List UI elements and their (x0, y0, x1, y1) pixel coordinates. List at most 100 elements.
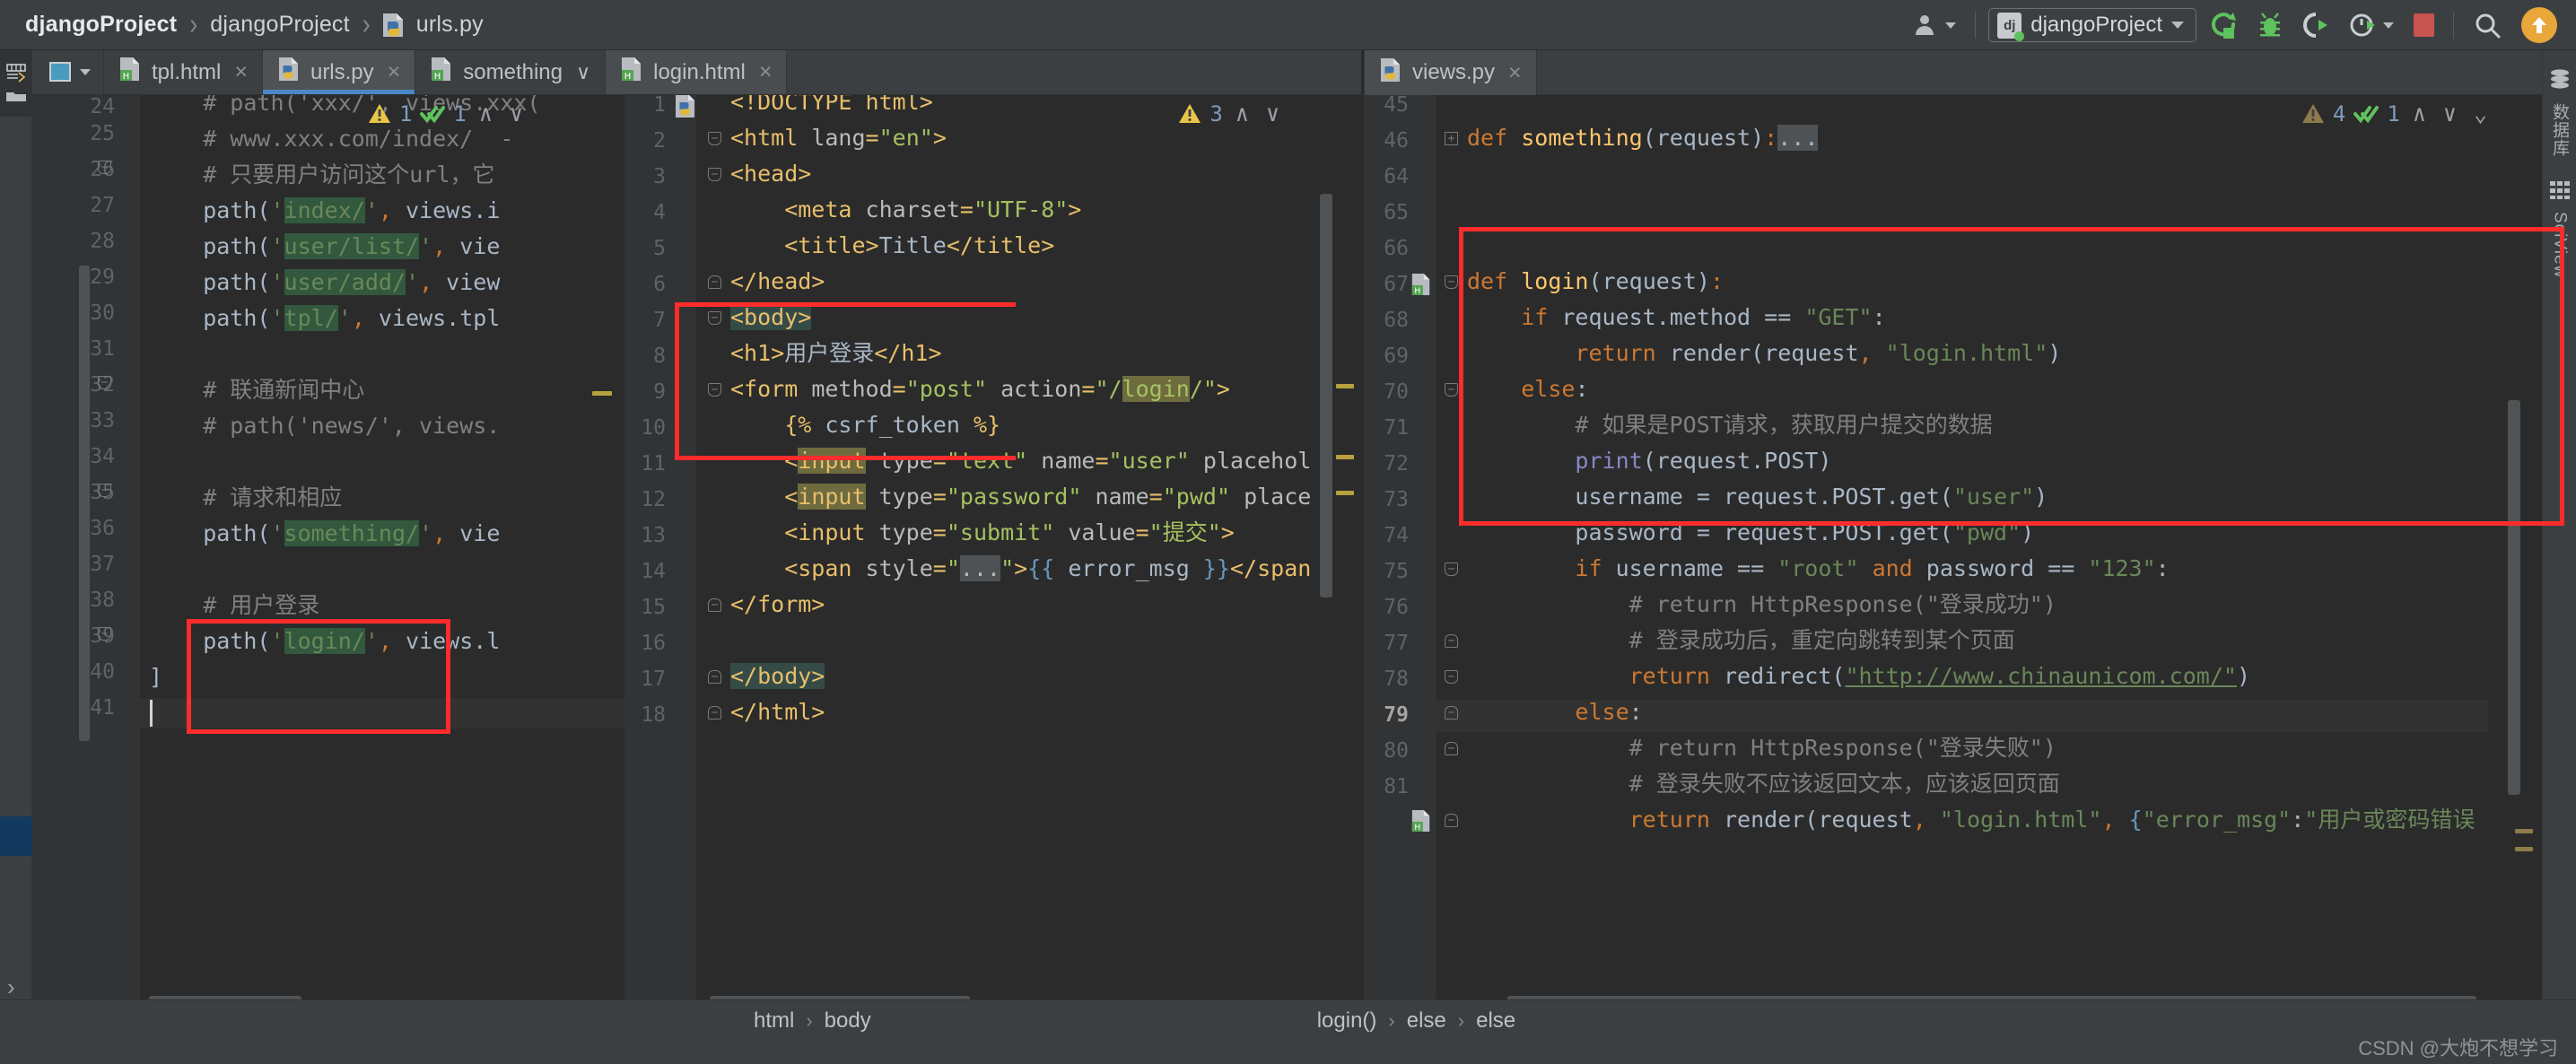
inspection-widget-mid[interactable]: 3 ∧ ∨ (1178, 100, 1284, 126)
chevron-up-icon[interactable]: ∧ (1231, 100, 1253, 126)
code-line: ] (149, 664, 163, 690)
code-line: return render(request, "login.html") (1575, 340, 2062, 366)
vertical-scrollbar-mid[interactable] (1320, 194, 1332, 597)
left-tool-rail: › b (0, 50, 32, 1064)
update-button[interactable] (2511, 0, 2567, 50)
close-icon[interactable]: × (1508, 60, 1522, 86)
html-gutter-icon[interactable]: H (1410, 809, 1432, 836)
code-line: return redirect("http://www.chinaunicom.… (1629, 663, 2251, 689)
chevron-up-icon[interactable]: ∧ (475, 100, 497, 126)
warning-count: 3 (1209, 100, 1223, 126)
chevron-down-icon[interactable]: ∨ (1262, 100, 1284, 126)
fold-marker[interactable]: − (98, 376, 111, 389)
run-button[interactable] (2200, 0, 2247, 50)
vertical-scrollbar-right[interactable] (2508, 400, 2520, 795)
fold-marker[interactable]: − (708, 275, 721, 289)
tab-something[interactable]: H something ∨ (415, 50, 607, 94)
line-number: 2 (653, 129, 666, 153)
breadcrumb-item-else-2[interactable]: else (1476, 1008, 1515, 1033)
breadcrumb-item-else-1[interactable]: else (1407, 1008, 1446, 1033)
tab-tpl-html[interactable]: H tpl.html × (104, 50, 263, 94)
fold-marker[interactable]: − (1445, 275, 1458, 289)
fold-marker[interactable]: − (98, 161, 111, 174)
close-icon[interactable]: × (388, 59, 401, 85)
html-gutter-icon[interactable]: H (1410, 273, 1432, 300)
python-run-gutter-icon[interactable] (674, 95, 697, 122)
close-icon[interactable]: × (759, 59, 773, 85)
line-number: 40 (90, 660, 115, 684)
editor-urls-py[interactable]: 24 25 26 27 28 29 30 31 32 33 34 35 36 3… (32, 95, 624, 1014)
fold-marker[interactable]: − (1445, 814, 1458, 827)
run-configuration-selector[interactable]: dj djangoProject (1988, 8, 2196, 42)
line-number: 67 (1384, 273, 1409, 296)
fold-marker[interactable]: − (98, 627, 111, 641)
editor-views-py[interactable]: 45 46 64 65 66 67 68 69 70 71 72 73 74 7… (1364, 95, 2542, 1014)
line-number: 27 (90, 194, 115, 217)
tab-switcher-button[interactable] (32, 50, 104, 94)
run-coverage-button[interactable] (2293, 0, 2340, 50)
breadcrumb-item-html[interactable]: html (754, 1008, 794, 1033)
fold-marker[interactable]: − (1445, 634, 1458, 648)
debug-button[interactable] (2247, 0, 2293, 50)
fold-marker[interactable]: − (1445, 383, 1458, 397)
inspection-widget-right[interactable]: 4 1 ∧ ∨ ⌄ (2301, 100, 2492, 126)
line-number: 31 (90, 337, 115, 361)
right-rail-label-database[interactable]: 数据库 (2547, 103, 2572, 157)
close-icon[interactable]: × (234, 59, 248, 85)
chevron-down-icon[interactable]: ∨ (505, 100, 528, 126)
code-line: path('login/', views.l (149, 628, 501, 654)
search-everywhere-button[interactable] (2463, 0, 2511, 50)
line-number: 15 (641, 596, 666, 619)
vertical-scrollbar-left[interactable] (79, 266, 90, 741)
fold-marker[interactable]: − (708, 168, 721, 181)
toolbar-divider (2453, 12, 2454, 39)
right-rail-label-sciview[interactable]: SciView (2550, 212, 2570, 278)
breadcrumb-item-folder[interactable]: djangoProject (208, 12, 351, 38)
project-files-icon[interactable] (0, 90, 31, 102)
stop-icon (2414, 13, 2434, 37)
editor-login-html[interactable]: 1 2 3 4 5 6 7 8 9 10 11 12 13 14 15 16 1… (624, 95, 1361, 1014)
tab-login-html[interactable]: H login.html × (606, 50, 788, 94)
account-icon[interactable] (1903, 0, 1966, 50)
code-line: # return HttpResponse("登录失败") (1467, 735, 2056, 761)
code-line: # 如果是POST请求，获取用户提交的数据 (1467, 412, 1993, 438)
fold-marker[interactable]: − (708, 311, 721, 325)
expand-arrow-icon[interactable]: › (7, 973, 15, 1001)
fold-marker[interactable]: − (708, 383, 721, 397)
breadcrumb-item-project[interactable]: djangoProject (23, 12, 179, 38)
database-icon[interactable] (2548, 68, 2572, 96)
fold-marker[interactable]: − (708, 670, 721, 684)
marker-warning (1336, 455, 1354, 459)
fold-marker[interactable]: − (708, 132, 721, 145)
chevron-down-icon[interactable]: ∨ (2439, 100, 2461, 126)
collapse-icon[interactable]: ⌄ (2469, 100, 2492, 126)
fold-marker[interactable]: − (1445, 563, 1458, 576)
code-line: </html> (730, 699, 825, 725)
fold-marker[interactable]: − (1445, 742, 1458, 755)
profile-button[interactable] (2340, 0, 2404, 50)
line-number: 81 (1384, 775, 1409, 798)
fold-marker[interactable]: − (98, 484, 111, 497)
breadcrumb-item-login[interactable]: login() (1317, 1008, 1377, 1033)
chevron-down-icon (80, 69, 91, 75)
tab-urls-py[interactable]: urls.py × (262, 50, 416, 94)
stop-button[interactable] (2404, 0, 2444, 50)
code-line: else: (1521, 376, 1589, 402)
tab-views-py[interactable]: views.py × (1364, 50, 1537, 95)
svg-text:H: H (123, 72, 130, 82)
breadcrumb-item-body[interactable]: body (825, 1008, 871, 1033)
code-line: <!DOCTYPE html> (730, 95, 933, 115)
fold-marker[interactable]: − (1445, 670, 1458, 684)
fold-marker[interactable]: − (708, 706, 721, 720)
code-line: path('tpl/', views.tpl (149, 305, 501, 331)
project-structure-icon[interactable] (0, 63, 31, 84)
fold-marker-expand[interactable]: + (1445, 132, 1458, 145)
breadcrumb-item-file[interactable]: urls.py (415, 12, 485, 38)
fold-marker[interactable]: − (708, 598, 721, 612)
grid-icon[interactable] (2549, 180, 2571, 205)
inspection-widget-left[interactable]: 1 1 ∧ ∨ (368, 100, 528, 126)
chevron-down-icon[interactable]: ∨ (576, 61, 590, 84)
code-line: </body> (730, 663, 825, 689)
fold-marker[interactable]: − (1445, 706, 1458, 720)
chevron-up-icon[interactable]: ∧ (2408, 100, 2431, 126)
